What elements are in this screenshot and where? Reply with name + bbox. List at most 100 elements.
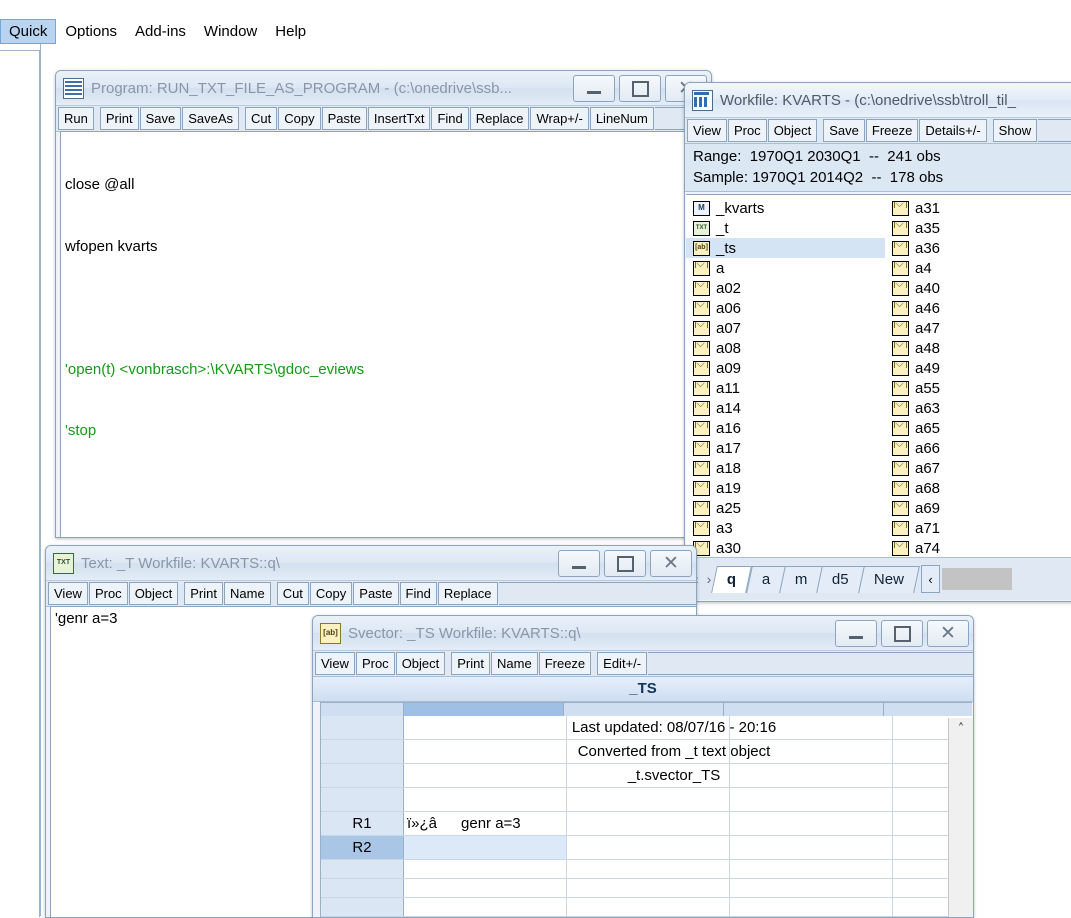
toolbar-button-details[interactable]: Details+/- xyxy=(919,119,987,142)
cell[interactable] xyxy=(730,739,893,763)
cell[interactable] xyxy=(567,811,730,835)
row-header[interactable] xyxy=(321,878,404,897)
cell[interactable] xyxy=(404,878,567,897)
table-row[interactable]: Converted from _t text object xyxy=(321,739,972,764)
minimize-button[interactable] xyxy=(573,75,615,102)
toolbar-button-copy[interactable]: Copy xyxy=(309,582,353,605)
object-row-a69[interactable]: a69 xyxy=(885,498,1071,518)
object-row-a36[interactable]: a36 xyxy=(885,238,1071,258)
toolbar-button-proc[interactable]: Proc xyxy=(355,652,395,675)
menu-item-add-ins[interactable]: Add-ins xyxy=(126,19,195,44)
object-row-a65[interactable]: a65 xyxy=(885,418,1071,438)
toolbar-button-print[interactable]: Print xyxy=(99,107,139,130)
page-tab-new[interactable]: New xyxy=(858,565,920,593)
table-row[interactable] xyxy=(321,859,972,879)
menu-item-options[interactable]: Options xyxy=(56,19,126,44)
cell[interactable] xyxy=(730,763,893,787)
object-row-a25[interactable]: a25 xyxy=(686,498,885,518)
toolbar-button-print[interactable]: Print xyxy=(184,582,223,605)
program-editor[interactable]: close @all wfopen kvarts 'open(t) <vonbr… xyxy=(60,131,711,537)
toolbar-button-freeze[interactable]: Freeze xyxy=(865,119,919,142)
cell-r2-value[interactable] xyxy=(404,835,567,859)
toolbar-button-cut[interactable]: Cut xyxy=(245,107,278,130)
row-header[interactable] xyxy=(321,897,404,916)
object-row-a18[interactable]: a18 xyxy=(686,458,885,478)
toolbar-button-linenum[interactable]: LineNum xyxy=(589,107,654,130)
object-row-a14[interactable]: a14 xyxy=(686,398,885,418)
cell[interactable] xyxy=(730,715,893,739)
close-button[interactable]: ✕ xyxy=(650,550,692,577)
maximize-button[interactable] xyxy=(619,75,661,102)
column-header-rowlabel[interactable] xyxy=(321,703,404,716)
cell[interactable] xyxy=(404,715,567,739)
row-header-r2[interactable]: R2 xyxy=(321,835,404,859)
program-code[interactable]: close @all wfopen kvarts 'open(t) <vonbr… xyxy=(61,132,711,537)
object-row-a67[interactable]: a67 xyxy=(885,458,1071,478)
cell[interactable] xyxy=(567,715,730,739)
object-row-a06[interactable]: a06 xyxy=(686,298,885,318)
toolbar-button-replace[interactable]: Replace xyxy=(469,107,530,130)
toolbar-button-run[interactable]: Run xyxy=(58,107,94,130)
object-row-a31[interactable]: a31 xyxy=(885,198,1071,218)
cell[interactable] xyxy=(730,787,893,811)
workfile-title-bar[interactable]: Workfile: KVARTS - (c:\onedrive\ssb\trol… xyxy=(685,83,1071,117)
cell[interactable] xyxy=(567,739,730,763)
object-row-t[interactable]: TXT _t xyxy=(686,218,885,238)
toolbar-button-edit[interactable]: Edit+/- xyxy=(597,652,648,675)
cell[interactable] xyxy=(567,763,730,787)
toolbar-button-name[interactable]: Name xyxy=(224,582,271,605)
table-row[interactable] xyxy=(321,878,972,898)
toolbar-button-show[interactable]: Show xyxy=(992,119,1038,142)
row-header-r1[interactable]: R1 xyxy=(321,811,404,835)
cell[interactable] xyxy=(730,835,893,859)
table-row-r1[interactable]: R1 ï»¿âgenr a=3 xyxy=(321,811,972,836)
workfile-window[interactable]: Workfile: KVARTS - (c:\onedrive\ssb\trol… xyxy=(684,82,1071,602)
row-header[interactable] xyxy=(321,763,404,787)
object-row-a07[interactable]: a07 xyxy=(686,318,885,338)
toolbar-button-object[interactable]: Object xyxy=(395,652,446,675)
workfile-object-list[interactable]: M _kvarts TXT _t [ab] _ts a a02 a06 a07 a08… xyxy=(686,194,1071,557)
object-row-a16[interactable]: a16 xyxy=(686,418,885,438)
minimize-button[interactable] xyxy=(558,550,600,577)
column-header-c4[interactable] xyxy=(884,703,972,716)
page-tab-d5[interactable]: d5 xyxy=(816,565,865,593)
object-row-a66[interactable]: a66 xyxy=(885,438,1071,458)
row-header[interactable] xyxy=(321,715,404,739)
menu-item-help[interactable]: Help xyxy=(266,19,315,44)
object-row-a35[interactable]: a35 xyxy=(885,218,1071,238)
object-row-a68[interactable]: a68 xyxy=(885,478,1071,498)
object-row-a19[interactable]: a19 xyxy=(686,478,885,498)
toolbar-button-object[interactable]: Object xyxy=(128,582,179,605)
cell[interactable] xyxy=(730,811,893,835)
toolbar-button-view[interactable]: View xyxy=(315,652,355,675)
svector-window[interactable]: [ab] Svector: _TS Workfile: KVARTS::q\ ✕… xyxy=(312,615,974,918)
maximize-button[interactable] xyxy=(881,620,923,647)
cell[interactable] xyxy=(404,763,567,787)
menu-item-quick[interactable]: Quick xyxy=(0,19,57,44)
cell[interactable] xyxy=(567,835,730,859)
toolbar-button-proc[interactable]: Proc xyxy=(88,582,128,605)
cell[interactable] xyxy=(567,787,730,811)
program-title-bar[interactable]: Program: RUN_TXT_FILE_AS_PROGRAM - (c:\o… xyxy=(56,71,711,105)
toolbar-button-print[interactable]: Print xyxy=(451,652,490,675)
program-window[interactable]: Program: RUN_TXT_FILE_AS_PROGRAM - (c:\o… xyxy=(55,70,712,538)
object-row-a74[interactable]: a74 xyxy=(885,538,1071,557)
toolbar-button-replace[interactable]: Replace xyxy=(437,582,498,605)
table-row[interactable]: Last updated: 08/07/16 - 20:16 xyxy=(321,715,972,740)
object-row-a49[interactable]: a49 xyxy=(885,358,1071,378)
cell[interactable] xyxy=(730,878,893,897)
table-row[interactable]: _t.svector_TS xyxy=(321,763,972,788)
cell[interactable] xyxy=(730,859,893,878)
cell[interactable] xyxy=(404,787,567,811)
column-header-c2[interactable] xyxy=(564,703,724,716)
toolbar-button-saveas[interactable]: SaveAs xyxy=(182,107,240,130)
object-row-a4[interactable]: a4 xyxy=(885,258,1071,278)
toolbar-button-save[interactable]: Save xyxy=(823,119,865,142)
close-button[interactable]: ✕ xyxy=(927,620,969,647)
tab-scrollbar[interactable] xyxy=(942,568,1013,590)
svector-spreadsheet[interactable]: Last updated: 08/07/16 - 20:16 Converted… xyxy=(320,702,972,917)
cell[interactable] xyxy=(730,897,893,916)
text-title-bar[interactable]: TXT Text: _T Workfile: KVARTS::q\ ✕ xyxy=(46,546,696,580)
row-header[interactable] xyxy=(321,739,404,763)
object-row-a47[interactable]: a47 xyxy=(885,318,1071,338)
